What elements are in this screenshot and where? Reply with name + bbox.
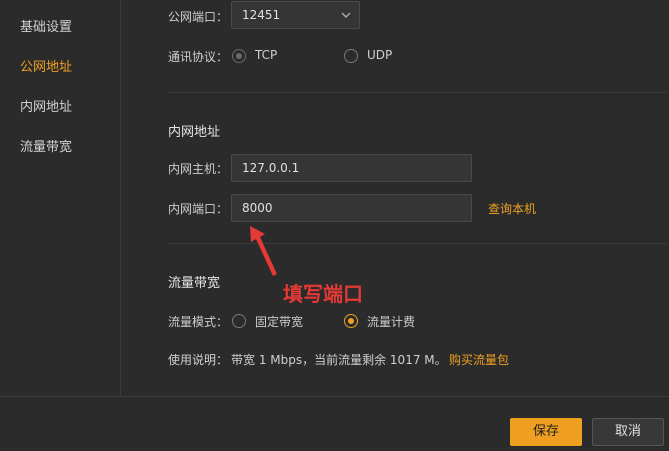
internal-section-title: 内网地址 <box>168 125 221 140</box>
section-divider <box>168 243 668 244</box>
bandwidth-section-title: 流量带宽 <box>168 276 221 291</box>
protocol-tcp-radio[interactable] <box>232 49 246 63</box>
section-divider <box>168 92 668 93</box>
public-port-label: 公网端口： <box>168 10 229 24</box>
cancel-button[interactable]: 取消 <box>592 418 664 446</box>
mode-traffic-label: 流量计费 <box>367 315 416 329</box>
public-port-select[interactable]: 12451 <box>231 1 360 29</box>
internal-host-label: 内网主机： <box>168 162 229 176</box>
sidebar-item-basic-settings[interactable]: 基础设置 <box>20 16 72 35</box>
save-button[interactable]: 保存 <box>510 418 582 446</box>
chevron-down-icon <box>341 12 351 18</box>
annotation-arrow-icon <box>250 226 277 276</box>
internal-host-input[interactable]: 127.0.0.1 <box>231 154 472 182</box>
sidebar-item-bandwidth[interactable]: 流量带宽 <box>20 136 72 155</box>
sidebar-item-public-address[interactable]: 公网地址 <box>20 56 72 75</box>
protocol-label: 通讯协议： <box>168 50 229 64</box>
internal-port-label: 内网端口： <box>168 202 229 216</box>
annotation-label: 填写端口 <box>283 282 363 306</box>
protocol-udp-radio[interactable] <box>344 49 358 63</box>
usage-text: 带宽 1 Mbps，当前流量剩余 1017 M。 <box>231 353 447 367</box>
footer-divider <box>0 396 669 397</box>
sidebar-divider <box>120 0 121 396</box>
protocol-tcp-label: TCP <box>255 48 278 62</box>
protocol-udp-label: UDP <box>367 48 393 62</box>
bandwidth-mode-label: 流量模式： <box>168 315 229 329</box>
usage-label: 使用说明： <box>168 353 229 367</box>
query-local-link[interactable]: 查询本机 <box>488 200 536 217</box>
internal-port-input[interactable]: 8000 <box>231 194 472 222</box>
mode-fixed-radio[interactable] <box>232 314 246 328</box>
sidebar-item-internal-address[interactable]: 内网地址 <box>20 96 72 115</box>
mode-traffic-radio[interactable] <box>344 314 358 328</box>
sidebar: 基础设置 公网地址 内网地址 流量带宽 <box>0 0 120 396</box>
mode-fixed-label: 固定带宽 <box>255 315 304 329</box>
public-port-value: 12451 <box>242 8 281 22</box>
buy-traffic-link[interactable]: 购买流量包 <box>449 351 509 368</box>
